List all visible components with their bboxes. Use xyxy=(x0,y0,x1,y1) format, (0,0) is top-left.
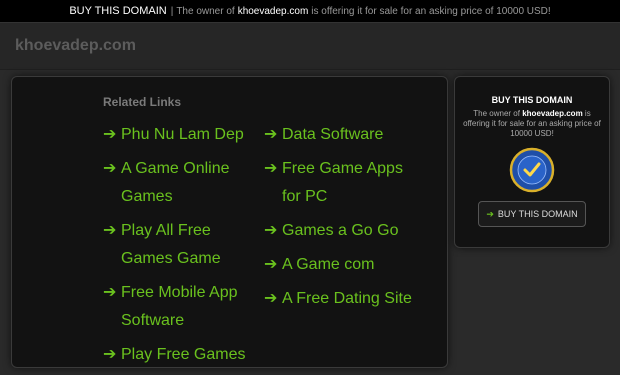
related-link[interactable]: ➔ Games a Go Go xyxy=(264,217,424,245)
related-link-label[interactable]: Data Software xyxy=(282,121,383,149)
site-title[interactable]: khoevadep.com xyxy=(15,37,136,55)
related-link-label[interactable]: Phu Nu Lam Dep xyxy=(121,121,244,149)
top-banner: BUY THIS DOMAIN | The owner of khoevadep… xyxy=(0,0,620,23)
arrow-right-icon: ➔ xyxy=(486,208,494,219)
arrow-right-icon: ➔ xyxy=(103,222,117,239)
sidebar-title: BUY THIS DOMAIN xyxy=(491,95,573,105)
related-links-panel: Related Links ➔ Phu Nu Lam Dep ➔ A Game … xyxy=(11,76,448,368)
arrow-right-icon: ➔ xyxy=(264,222,278,239)
related-link-label[interactable]: A Game Online Games xyxy=(121,155,263,211)
arrow-right-icon: ➔ xyxy=(103,284,117,301)
arrow-right-icon: ➔ xyxy=(103,346,117,363)
related-links-heading: Related Links xyxy=(103,95,182,109)
related-link-label[interactable]: A Free Dating Site xyxy=(282,285,412,313)
arrow-right-icon: ➔ xyxy=(103,126,117,143)
site-header: khoevadep.com xyxy=(0,23,620,70)
related-link-label[interactable]: Games a Go Go xyxy=(282,217,399,245)
sidebar-domain: khoevadep.com xyxy=(522,109,583,118)
related-link[interactable]: ➔ Play All Free Games Game xyxy=(103,217,263,273)
banner-text-after: is offering it for sale for an asking pr… xyxy=(311,5,551,17)
arrow-right-icon: ➔ xyxy=(264,160,278,177)
arrow-right-icon: ➔ xyxy=(264,256,278,273)
sidebar-desc-before: The owner of xyxy=(473,109,520,118)
related-link[interactable]: ➔ A Free Dating Site xyxy=(264,285,424,313)
related-link[interactable]: ➔ Phu Nu Lam Dep xyxy=(103,121,263,149)
related-link[interactable]: ➔ A Game Online Games xyxy=(103,155,263,211)
arrow-right-icon: ➔ xyxy=(103,160,117,177)
banner-domain: khoevadep.com xyxy=(237,5,309,17)
buy-button-label: BUY THIS DOMAIN xyxy=(497,209,578,219)
related-link[interactable]: ➔ Play Free Games xyxy=(103,341,263,369)
related-link[interactable]: ➔ A Game com xyxy=(264,251,424,279)
related-link[interactable]: ➔ Free Mobile App Software xyxy=(103,279,263,335)
arrow-right-icon: ➔ xyxy=(264,290,278,307)
related-links-left-column: ➔ Phu Nu Lam Dep ➔ A Game Online Games ➔… xyxy=(103,121,263,375)
trust-seal-icon xyxy=(509,147,555,193)
related-links-right-column: ➔ Data Software ➔ Free Game Apps for PC … xyxy=(264,121,424,319)
buy-domain-sidebar: BUY THIS DOMAIN The owner of khoevadep.c… xyxy=(454,76,610,248)
related-link[interactable]: ➔ Data Software xyxy=(264,121,424,149)
related-link-label[interactable]: Free Game Apps for PC xyxy=(282,155,424,211)
related-link-label[interactable]: Play All Free Games Game xyxy=(121,217,263,273)
related-link-label[interactable]: Free Mobile App Software xyxy=(121,279,263,335)
related-link[interactable]: ➔ Free Game Apps for PC xyxy=(264,155,424,211)
banner-title[interactable]: BUY THIS DOMAIN xyxy=(69,5,166,17)
banner-text-before: The owner of xyxy=(176,5,235,17)
buy-this-domain-button[interactable]: ➔ BUY THIS DOMAIN xyxy=(478,201,586,227)
sidebar-description: The owner of khoevadep.com is offering i… xyxy=(463,109,601,139)
arrow-right-icon: ➔ xyxy=(264,126,278,143)
related-link-label[interactable]: Play Free Games xyxy=(121,341,245,369)
related-link-label[interactable]: A Game com xyxy=(282,251,374,279)
banner-separator: | xyxy=(170,5,174,17)
